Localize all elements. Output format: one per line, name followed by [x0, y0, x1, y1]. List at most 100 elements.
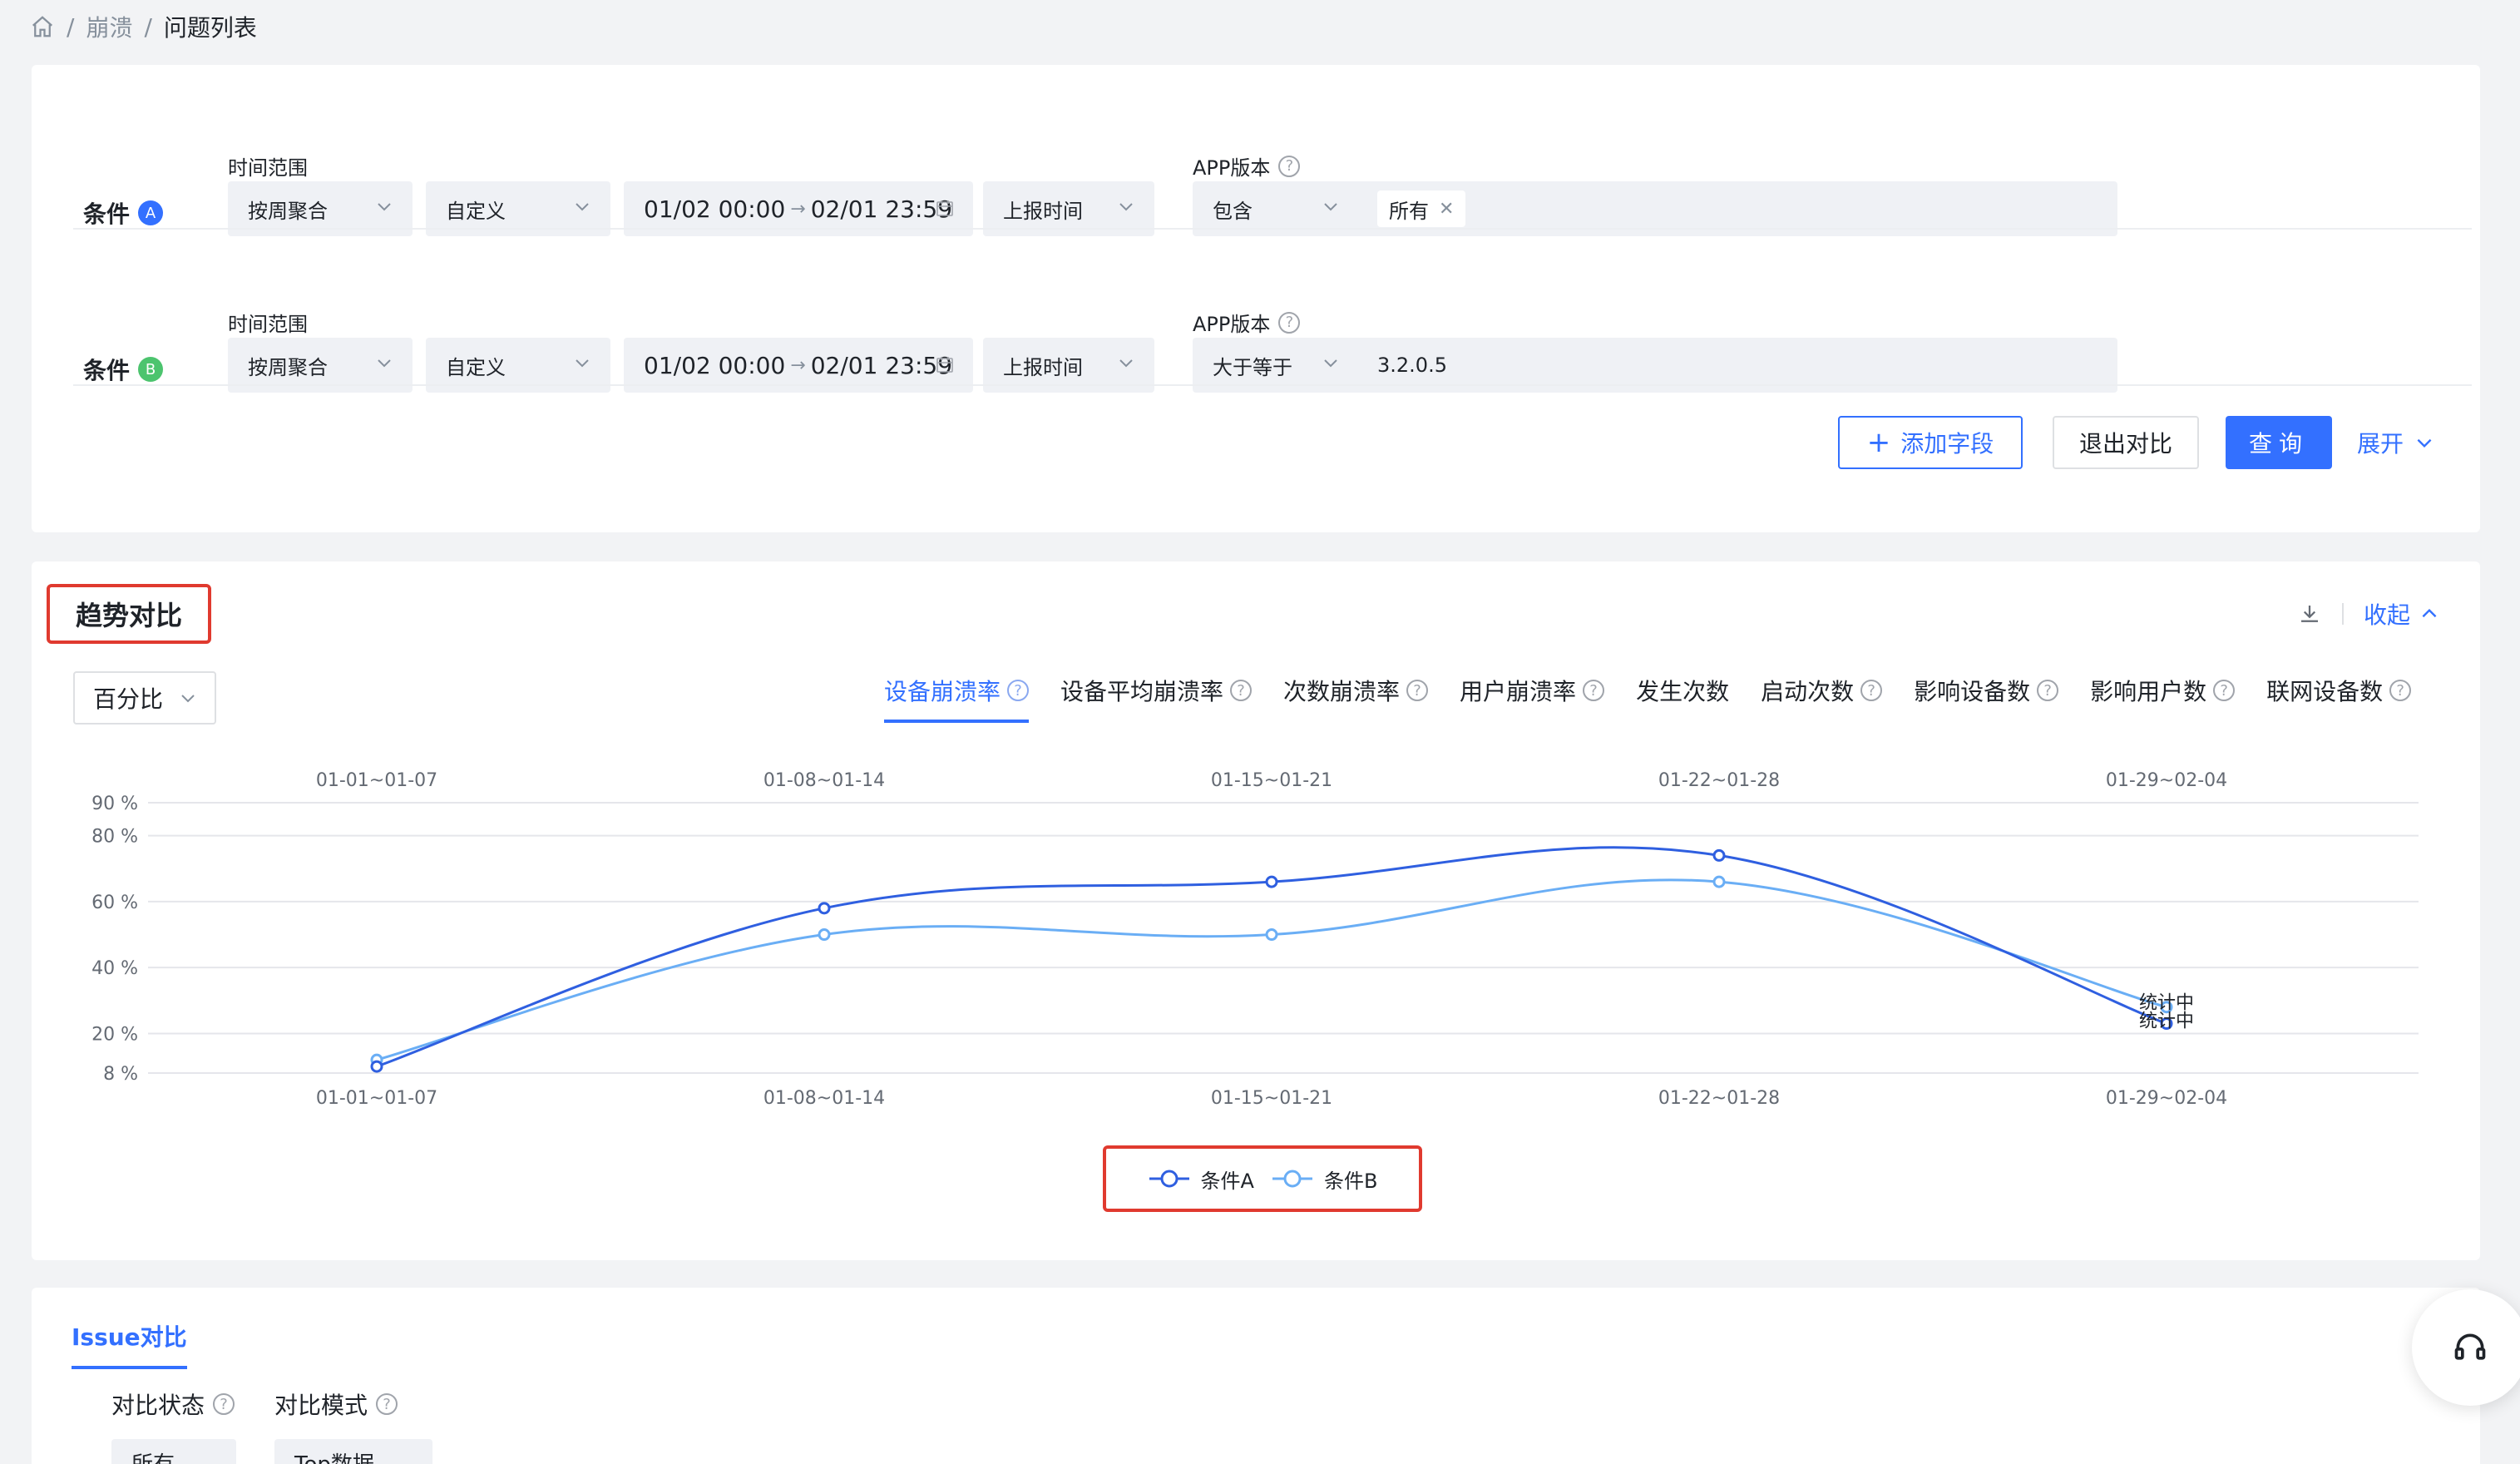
- condition-a-label: 条件 A: [83, 196, 164, 230]
- x-tick-label: 01-29~02-04: [2106, 1088, 2227, 1109]
- metric-tab[interactable]: 次数崩溃率?: [1283, 668, 1429, 713]
- y-tick-label: 60 %: [91, 893, 138, 913]
- chevron-down-icon: [378, 203, 391, 211]
- metric-tab[interactable]: 发生次数: [1636, 668, 1729, 713]
- help-icon[interactable]: ?: [1860, 680, 1883, 701]
- tab-issue-compare[interactable]: Issue对比: [72, 1319, 187, 1369]
- chevron-down-icon: [181, 695, 195, 703]
- metric-tab[interactable]: 设备平均崩溃率?: [1060, 668, 1253, 713]
- x-tick-label: 01-01~01-07: [316, 1088, 437, 1109]
- chevron-down-icon: [1119, 359, 1133, 368]
- y-tick-label: 8 %: [103, 1064, 138, 1085]
- x-tick-label: 01-22~01-28: [1658, 1088, 1780, 1109]
- data-point: [818, 902, 831, 915]
- trend-title: 趋势对比: [47, 584, 211, 644]
- unit-select[interactable]: 百分比: [73, 671, 216, 725]
- legend-item-condition-b[interactable]: 条件B: [1271, 1165, 1377, 1194]
- plus-icon: +: [1866, 426, 1891, 459]
- chevron-down-icon: [1324, 203, 1337, 211]
- compare-status-select[interactable]: 所有: [111, 1439, 236, 1464]
- calendar-icon: [936, 200, 953, 216]
- line-chart: 8 % 20 % 40 % 60 % 80 % 90 % 01-01~01-07 01-01~…: [91, 770, 2419, 1109]
- chevron-down-icon: [1324, 359, 1337, 368]
- data-point: [818, 928, 831, 942]
- pending-label: 统计中: [2139, 1011, 2194, 1032]
- help-icon[interactable]: ?: [2213, 680, 2236, 701]
- divider: [73, 228, 2472, 230]
- compare-mode-label: 对比模式?: [274, 1387, 398, 1421]
- x-tick-label: 01-08~01-14: [763, 1088, 885, 1109]
- x-tick-label-top: 01-15~01-21: [1211, 770, 1332, 791]
- legend-marker-b: [1272, 1170, 1312, 1188]
- breadcrumb-separator: /: [67, 12, 75, 41]
- legend-item-condition-a[interactable]: 条件A: [1148, 1165, 1254, 1194]
- x-tick-label: 01-15~01-21: [1211, 1088, 1332, 1109]
- version-tag: 所有 ✕: [1377, 190, 1466, 227]
- chevron-down-icon: [378, 359, 391, 368]
- help-icon[interactable]: ?: [1007, 680, 1030, 701]
- filter-panel: 条件 A 时间范围 按周聚合 自定义 01/02 00:00 → 02/01 23:5…: [32, 65, 2480, 532]
- divider: [73, 384, 2472, 386]
- condition-b-badge: B: [138, 357, 164, 382]
- data-point: [1712, 848, 1726, 862]
- compare-status-label: 对比状态?: [111, 1387, 235, 1421]
- x-tick-label-top: 01-22~01-28: [1658, 770, 1780, 791]
- help-icon[interactable]: ?: [1230, 680, 1253, 701]
- version-value-input-b[interactable]: 3.2.0.5: [1377, 354, 1447, 377]
- chevron-up-icon[interactable]: [2419, 603, 2440, 625]
- help-icon[interactable]: ?: [2389, 680, 2412, 701]
- metric-tab[interactable]: 影响用户数?: [2090, 668, 2236, 713]
- chevron-down-icon: [1119, 203, 1133, 211]
- chevron-down-icon: [576, 203, 589, 211]
- breadcrumb-item-crash[interactable]: 崩溃: [86, 10, 132, 43]
- help-icon[interactable]: ?: [1278, 155, 1301, 177]
- close-icon[interactable]: ✕: [1439, 199, 1454, 220]
- trend-actions: 收起: [2297, 593, 2440, 635]
- help-icon[interactable]: ?: [1406, 680, 1429, 701]
- divider: [2341, 603, 2344, 625]
- chevron-down-icon: [2417, 438, 2432, 448]
- metric-tabs: 设备崩溃率? 设备平均崩溃率? 次数崩溃率? 用户崩溃率? 发生次数 启动次数? 影响设备数…: [884, 668, 2412, 726]
- help-icon[interactable]: ?: [2037, 680, 2059, 701]
- customer-support-button[interactable]: [2412, 1289, 2520, 1406]
- trend-chart: 8 % 20 % 40 % 60 % 80 % 90 % 01-01~01-07 01-01~…: [32, 761, 2480, 1127]
- time-range-title: 时间范围: [228, 156, 308, 180]
- chart-legend: 条件A 条件B: [1103, 1145, 1422, 1212]
- help-icon[interactable]: ?: [1583, 680, 1605, 701]
- y-tick-label: 90 %: [91, 794, 138, 814]
- home-icon[interactable]: [30, 14, 55, 39]
- app-version-title: APP版本?: [1193, 308, 1301, 337]
- collapse-link[interactable]: 收起: [2364, 597, 2410, 631]
- exit-compare-button[interactable]: 退出对比: [2053, 416, 2199, 469]
- metric-tab[interactable]: 用户崩溃率?: [1460, 668, 1605, 713]
- query-button[interactable]: 查询: [2226, 416, 2332, 469]
- metric-tab[interactable]: 设备崩溃率?: [884, 668, 1030, 723]
- y-tick-label: 40 %: [91, 958, 138, 979]
- help-icon[interactable]: ?: [376, 1393, 398, 1415]
- condition-a-row: 条件 A 时间范围 按周聚合 自定义 01/02 00:00 → 02/01 23:5…: [73, 106, 2472, 263]
- compare-mode-select[interactable]: Top数据: [274, 1439, 432, 1464]
- condition-b-row: 条件 B 时间范围 按周聚合 自定义 01/02 00:00 → 02/01 23:5…: [73, 263, 2472, 419]
- help-icon[interactable]: ?: [213, 1393, 235, 1415]
- expand-link[interactable]: 展开: [2357, 416, 2435, 469]
- chevron-down-icon: [576, 359, 589, 368]
- breadcrumb-separator: /: [144, 12, 152, 41]
- legend-marker-a: [1149, 1170, 1189, 1188]
- calendar-icon: [936, 357, 953, 373]
- x-tick-label-top: 01-01~01-07: [316, 770, 437, 791]
- y-tick-label: 20 %: [91, 1024, 138, 1045]
- help-icon[interactable]: ?: [1278, 311, 1301, 334]
- add-field-button[interactable]: + 添加字段: [1838, 416, 2023, 469]
- data-point: [1712, 875, 1726, 888]
- x-tick-label-top: 01-08~01-14: [763, 770, 885, 791]
- y-tick-label: 80 %: [91, 827, 138, 848]
- data-point: [1265, 875, 1278, 888]
- headset-icon: [2454, 1333, 2486, 1360]
- download-icon[interactable]: [2297, 601, 2322, 626]
- app-version-title: APP版本?: [1193, 151, 1301, 181]
- metric-tab[interactable]: 影响设备数?: [1914, 668, 2059, 713]
- metric-tab[interactable]: 启动次数?: [1761, 668, 1883, 713]
- metric-tab[interactable]: 联网设备数?: [2266, 668, 2412, 713]
- trend-panel: 趋势对比 收起 百分比 设备崩溃率? 设备平均崩溃率? 次数崩溃率? 用户崩溃率? 发生…: [32, 561, 2480, 1260]
- time-range-title: 时间范围: [228, 313, 308, 336]
